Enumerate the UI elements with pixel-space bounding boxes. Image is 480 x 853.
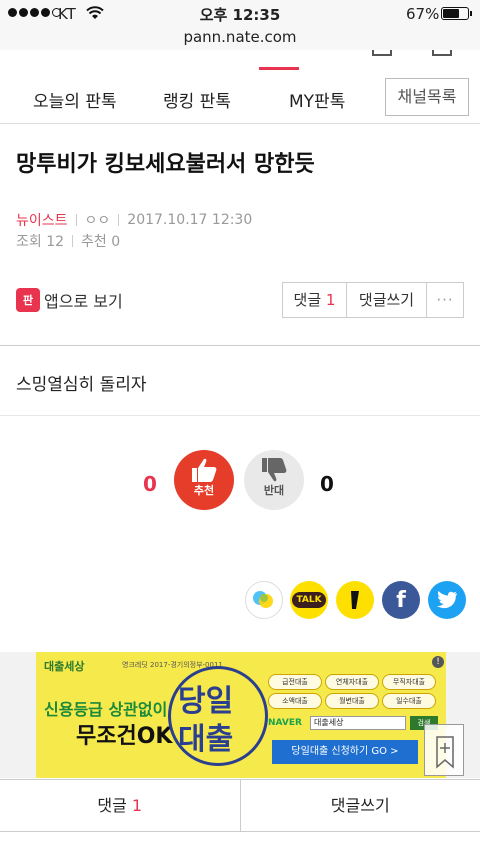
article-action-group: 댓글 1 댓글쓰기 ···: [282, 282, 464, 318]
recommend-label: 추천: [193, 484, 215, 497]
loan-advertisement[interactable]: 대출세상 영크레딧 2017-경기의정부-0011 신용등급 상관없이 무조건O…: [36, 652, 446, 778]
ad-big-text-2: 대출: [178, 722, 234, 757]
share-tray-icon[interactable]: [372, 50, 392, 56]
bottom-comment-button[interactable]: 댓글 1: [0, 780, 241, 831]
bottom-action-bar: 댓글 1 댓글쓰기: [0, 779, 480, 832]
comment-button[interactable]: 댓글 1: [283, 283, 347, 317]
ad-cta-button: 당일대출 신청하기 GO >: [272, 740, 418, 764]
article-body: 스밍열심히 돌리자: [16, 375, 147, 395]
facebook-icon: f: [396, 587, 406, 613]
channel-list-button[interactable]: 채널목록: [385, 78, 469, 116]
bottom-comment-count: 1: [131, 796, 143, 815]
kakaotalk-icon: TALK: [292, 592, 326, 608]
battery-icon: [441, 7, 472, 20]
kakao-icon: [351, 591, 359, 609]
recommend-vote-count: 0: [143, 472, 157, 496]
kakaostory-share-button[interactable]: [245, 581, 283, 619]
recommend-button[interactable]: 추천: [174, 450, 234, 510]
twitter-icon: [437, 591, 457, 609]
ad-headline: 신용등급 상관없이: [44, 700, 168, 719]
ad-logo: 대출세상: [44, 660, 85, 673]
article-meta: 뉴이스트 ㅇㅇ 2017.10.17 12:30: [16, 210, 252, 230]
ad-chip-list: 급전대출 연체자대출 무직자대출 소액대출 월변대출 일수대출: [268, 674, 438, 709]
kakaostory-icon: [253, 591, 273, 608]
app-view-label: 앱으로 보기: [44, 292, 123, 311]
page-root: KT 오후 12:35 67% pann.nate.com 오늘의 판톡 랭킹 …: [0, 0, 480, 853]
write-comment-button[interactable]: 댓글쓰기: [347, 283, 427, 317]
site-header-edge: [0, 50, 480, 68]
ad-container: 대출세상 영크레딧 2017-경기의정부-0011 신용등급 상관없이 무조건O…: [0, 652, 480, 778]
oppose-button[interactable]: 반대: [244, 450, 304, 510]
bottom-write-comment-button[interactable]: 댓글쓰기: [241, 780, 480, 831]
post-date: 2017.10.17 12:30: [127, 212, 253, 228]
oppose-label: 반대: [263, 484, 285, 497]
article-title: 망투비가 킹보세요불러서 망한듯: [16, 152, 315, 177]
ad-naver-logo: NAVER: [268, 718, 302, 728]
thumbs-down-icon: [262, 458, 287, 482]
ad-chip: 연체자대출: [325, 674, 379, 690]
author-name: ㅇㅇ: [84, 213, 111, 229]
divider: [0, 415, 480, 416]
comment-count: 1: [325, 291, 336, 309]
bookmark-plus-icon: [436, 736, 454, 769]
address-bar[interactable]: pann.nate.com: [0, 28, 480, 50]
pann-app-icon: 판: [16, 288, 40, 312]
divider: [0, 345, 480, 346]
oppose-vote-count: 0: [320, 472, 334, 496]
page-bottom-filler: [0, 833, 480, 853]
tab-ranking[interactable]: 랭킹 판톡: [163, 87, 231, 112]
recommend-count: 추천 0: [81, 234, 121, 250]
article-stats: 조회 12 추천 0: [16, 231, 120, 251]
view-count: 조회 12: [16, 234, 65, 250]
battery-percent: 67%: [406, 5, 440, 23]
twitter-share-button[interactable]: [428, 581, 466, 619]
kakao-share-button[interactable]: [336, 581, 374, 619]
status-bar: KT 오후 12:35 67%: [0, 0, 480, 28]
tab-my[interactable]: MY판톡: [289, 87, 345, 112]
edit-icon[interactable]: [432, 50, 452, 56]
thumbs-up-icon: [192, 458, 217, 482]
main-tabs: 오늘의 판톡 랭킹 판톡 MY판톡 채널목록: [0, 70, 480, 124]
app-view-link[interactable]: 판 앱으로 보기: [16, 288, 123, 312]
kakaotalk-share-button[interactable]: TALK: [290, 581, 328, 619]
tab-today[interactable]: 오늘의 판톡: [33, 87, 117, 112]
ad-subheadline: 무조건OK: [76, 724, 173, 749]
ad-chip: 일수대출: [382, 693, 436, 709]
facebook-share-button[interactable]: f: [382, 581, 420, 619]
ad-chip: 무직자대출: [382, 674, 436, 690]
ad-chip: 월변대출: [325, 693, 379, 709]
bookmark-button[interactable]: [424, 724, 464, 776]
ad-search-box: 대출세상: [310, 716, 406, 730]
ad-info-icon[interactable]: !: [432, 656, 444, 668]
category-link[interactable]: 뉴이스트: [16, 210, 68, 230]
ad-chip: 소액대출: [268, 693, 322, 709]
more-button[interactable]: ···: [427, 283, 463, 317]
ad-chip: 급전대출: [268, 674, 322, 690]
